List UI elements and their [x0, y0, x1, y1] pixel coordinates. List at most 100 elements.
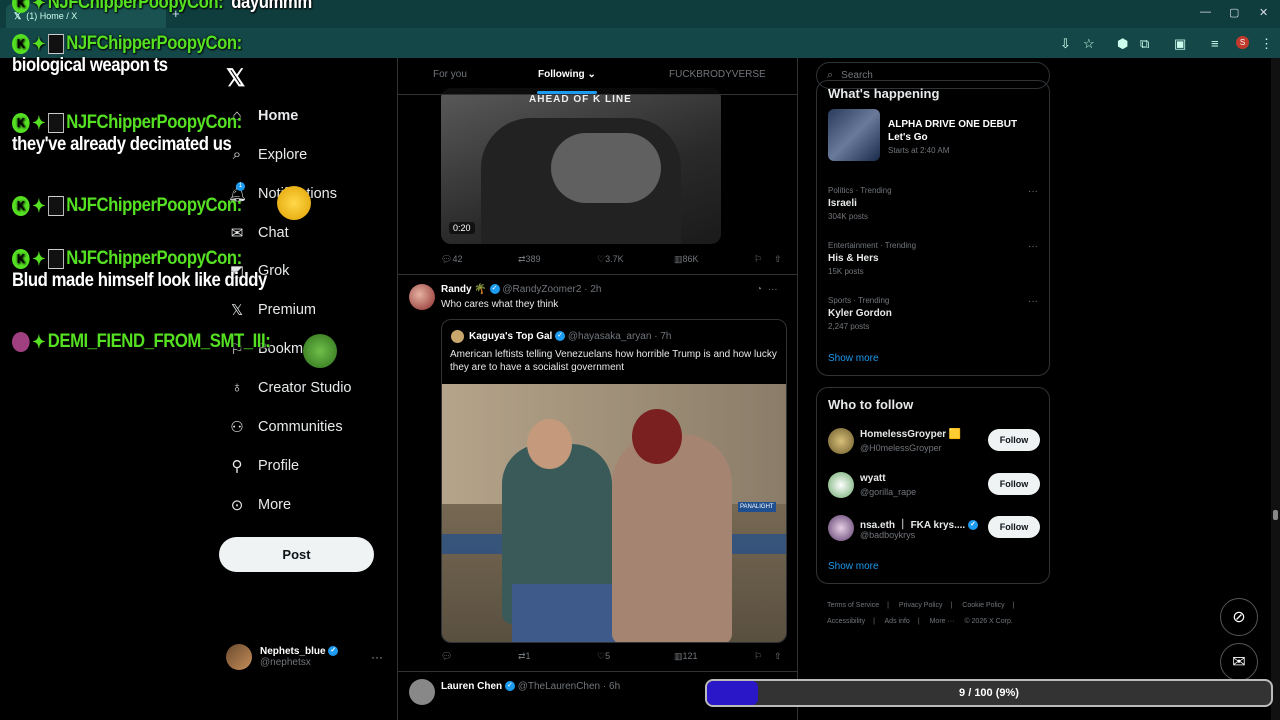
chat-username: NJFChipperPoopyCon:	[66, 112, 242, 133]
repost-button[interactable]: ⇄ 1	[518, 651, 531, 662]
more-icon[interactable]: ···	[1028, 296, 1038, 307]
share-icon[interactable]: ⇧	[774, 254, 782, 265]
media-icon[interactable]: ▣	[1174, 36, 1186, 52]
avatar	[828, 515, 854, 541]
tab-fuckbrodyverse[interactable]: FUCKBRODYVERSE	[669, 69, 766, 80]
nav-more[interactable]: ⊙ More	[228, 496, 291, 514]
bookmark-icon[interactable]: ⚐	[754, 651, 762, 662]
footer-link[interactable]: Accessibility	[827, 618, 865, 625]
close-window-button[interactable]: ✕	[1259, 6, 1268, 19]
verified-icon: ✓	[489, 284, 500, 295]
badge-icon	[47, 249, 64, 269]
reading-list-icon[interactable]: ≡	[1211, 36, 1219, 51]
chat-username: NJFChipperPoopyCon:	[66, 195, 242, 216]
tweet-text: Who cares what they think	[441, 299, 559, 310]
follow-suggestion[interactable]: HomelessGroyper 🟨 @H0melessGroyper Follo…	[828, 428, 1040, 458]
more-icon[interactable]: ···	[1028, 186, 1038, 197]
tweet-handle: @RandyZoomer2 · 2h	[502, 284, 602, 295]
minimize-button[interactable]: —	[1200, 6, 1211, 18]
maximize-button[interactable]: ▢	[1229, 6, 1239, 19]
progress-bar: 9 / 100 (9%)	[705, 679, 1273, 707]
kick-badge-icon: K	[12, 249, 30, 269]
follow-button[interactable]: Follow	[988, 473, 1040, 495]
follow-suggestion[interactable]: wyatt @gorilla_rape Follow	[828, 472, 1040, 502]
messages-fab-icon[interactable]: ✉	[1220, 643, 1258, 681]
footer-link[interactable]: Cookie Policy	[962, 602, 1004, 609]
verified-icon: ✓	[504, 681, 515, 692]
more-icon: ⊙	[230, 497, 244, 514]
extension-icon[interactable]: ⬢	[1117, 36, 1128, 52]
avatar[interactable]	[409, 679, 435, 705]
chat-username: DEMI_FIEND_FROM_SMT_III:	[47, 331, 271, 352]
who-to-follow-panel: Who to follow HomelessGroyper 🟨 @H0meles…	[816, 387, 1050, 584]
trend-item[interactable]: Politics · Trending Israeli 304K posts ·…	[828, 186, 1038, 221]
post-button[interactable]: Post	[219, 537, 374, 572]
nav-profile[interactable]: ⚲ Profile	[228, 457, 300, 475]
reply-button[interactable]: 💬︎ 42	[441, 254, 462, 265]
more-icon[interactable]: ···	[768, 284, 778, 295]
image-sign: PANALIGHT	[738, 502, 776, 512]
views-button[interactable]: ▥ 121	[674, 651, 698, 662]
follow-button[interactable]: Follow	[988, 516, 1040, 538]
show-more-link[interactable]: Show more	[828, 353, 879, 364]
timeline[interactable]: For you Following ⌄ FUCKBRODYVERSE AHEAD…	[397, 58, 798, 720]
chat-message: K ✦ NJFChipperPoopyCon: biological weapon …	[12, 33, 273, 77]
tweet-author[interactable]: Randy 🌴	[441, 284, 487, 295]
quote-handle: @hayasaka_aryan · 7h	[567, 331, 672, 342]
menu-icon[interactable]: ⋮	[1260, 36, 1273, 52]
tweet-handle: @TheLaurenChen · 6h	[517, 681, 621, 692]
scrollbar-thumb[interactable]	[1273, 510, 1278, 520]
footer-link[interactable]: More ···	[930, 618, 955, 625]
show-more-link[interactable]: Show more	[828, 561, 879, 572]
progress-text: 9 / 100 (9%)	[959, 687, 1019, 699]
tab-following[interactable]: Following ⌄	[538, 69, 596, 80]
views-button[interactable]: ▥ 86K	[674, 254, 699, 265]
puzzle-icon[interactable]: ⧉	[1140, 36, 1149, 52]
install-app-icon[interactable]: ⇩	[1060, 36, 1071, 52]
laughing-emoji-icon	[277, 186, 311, 220]
profile-avatar[interactable]: S	[1236, 36, 1249, 49]
grok-fab-icon[interactable]: ⊘	[1220, 598, 1258, 636]
bookmark-icon[interactable]: ⚐	[754, 254, 762, 265]
tab-for-you[interactable]: For you	[433, 69, 467, 80]
follow-suggestion[interactable]: nsa.eth ｜ FKA krys.... ✓ @badboykrys Fol…	[828, 515, 1040, 545]
account-menu-icon[interactable]: ···	[371, 650, 383, 664]
avatar	[828, 472, 854, 498]
trend-item[interactable]: Entertainment · Trending His & Hers 15K …	[828, 241, 1038, 276]
nav-chat[interactable]: ✉ Chat	[228, 224, 289, 242]
more-icon[interactable]: ···	[1028, 241, 1038, 252]
scrollbar[interactable]	[1271, 58, 1280, 720]
verified-icon: ✓	[328, 646, 339, 657]
tweet-author[interactable]: Lauren Chen	[441, 681, 502, 692]
flask-icon: ♁	[231, 379, 243, 396]
quote-tweet[interactable]: Kaguya's Top Gal ✓ @hayasaka_aryan · 7h …	[441, 319, 787, 643]
share-icon[interactable]: ⇧	[774, 651, 782, 662]
nav-creator-studio[interactable]: ♁ Creator Studio	[228, 379, 351, 396]
sparkle-badge-icon: ✦	[32, 248, 46, 269]
quote-text: American leftists telling Venezuelans ho…	[450, 349, 777, 373]
tweet-video[interactable]: AHEAD OF K LINE 0:20	[441, 88, 721, 244]
event-image[interactable]	[828, 109, 880, 161]
like-button[interactable]: ♡ 5	[597, 651, 610, 662]
mail-icon: ✉	[230, 225, 244, 242]
reply-button[interactable]: 💬︎	[441, 651, 452, 662]
grok-icon[interactable]: ◔	[756, 284, 762, 295]
chat-message: K ✦ NJFChipperPoopyCon:	[12, 195, 273, 217]
chat-text: they've already decimated us	[12, 134, 232, 155]
trend-item[interactable]: Sports · Trending Kyler Gordon 2,247 pos…	[828, 296, 1038, 331]
star-icon[interactable]: ☆	[1083, 36, 1095, 52]
event-item[interactable]: ALPHA DRIVE ONE DEBUT Let's Go Starts at…	[888, 119, 1017, 155]
repost-button[interactable]: ⇄ 389	[518, 254, 541, 265]
account-name: Nephets_blue	[260, 646, 326, 657]
footer-link[interactable]: Ads info	[885, 618, 910, 625]
quote-image[interactable]: PANALIGHT	[442, 384, 786, 642]
nav-premium[interactable]: 𝕏 Premium	[228, 301, 316, 319]
account-switcher[interactable]: Nephets_blue ✓ @nephetsx	[226, 644, 339, 670]
nav-communities[interactable]: ⚇ Communities	[228, 418, 342, 436]
avatar[interactable]	[409, 284, 435, 310]
footer-link[interactable]: Privacy Policy	[899, 602, 943, 609]
notification-badge: 1	[236, 182, 245, 191]
follow-button[interactable]: Follow	[988, 429, 1040, 451]
like-button[interactable]: ♡ 3.7K	[597, 254, 624, 265]
footer-link[interactable]: Terms of Service	[827, 602, 879, 609]
